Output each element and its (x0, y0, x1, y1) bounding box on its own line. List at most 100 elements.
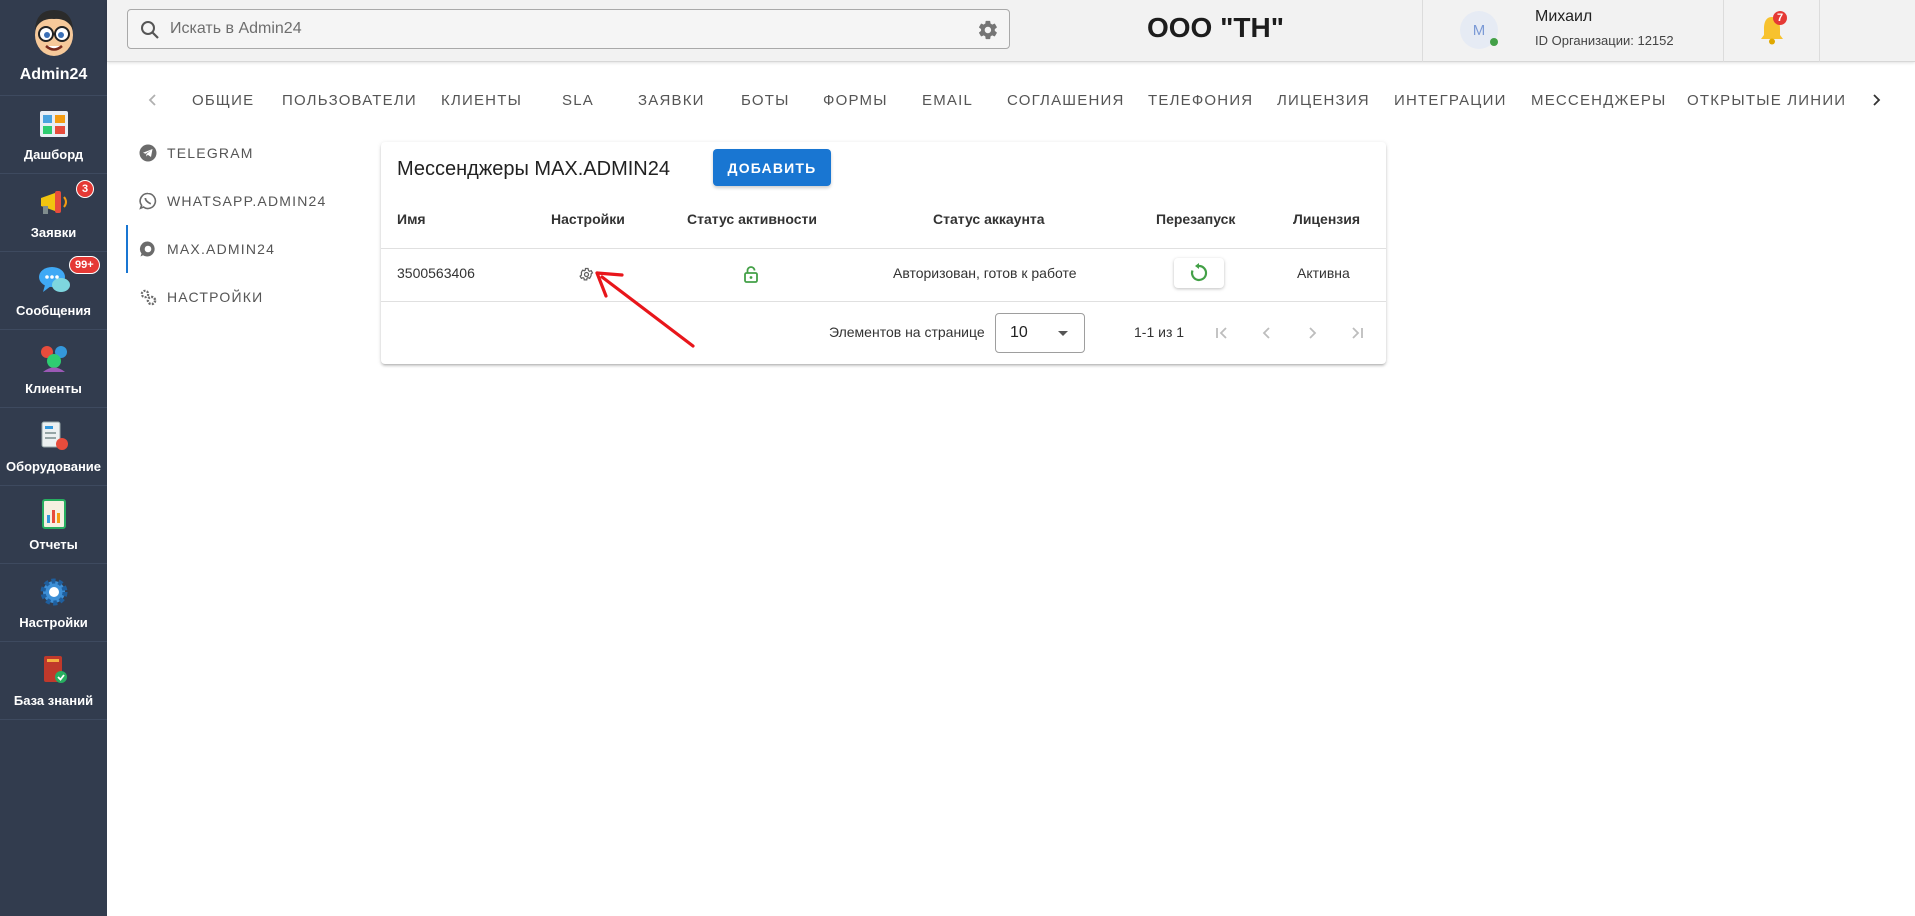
tab-sla[interactable]: SLA (562, 92, 594, 109)
user-name[interactable]: Михаил (1535, 8, 1592, 26)
annotation-arrow-icon (595, 271, 695, 348)
equipment-icon (41, 421, 68, 450)
organization-id: ID Организации: 12152 (1535, 33, 1674, 48)
chat-bubbles-icon (38, 267, 70, 292)
tab-open-lines[interactable]: ОТКРЫТЫЕ ЛИНИИ (1687, 92, 1846, 109)
megaphone-icon (40, 191, 67, 214)
tab-forms[interactable]: ФОРМЫ (823, 92, 888, 109)
rail-item-equipment[interactable]: Оборудование (0, 408, 107, 486)
dashboard-icon (39, 111, 68, 137)
items-per-page-value: 10 (1010, 324, 1028, 341)
divider (1819, 0, 1820, 62)
next-page-icon[interactable] (1301, 322, 1323, 344)
search-settings-gear-icon[interactable] (977, 19, 999, 41)
first-page-icon[interactable] (1211, 322, 1233, 344)
rail-item-knowledge-base[interactable]: База знаний (0, 642, 107, 720)
previous-page-icon[interactable] (1256, 322, 1278, 344)
top-bar: ООО "ТН" М Михаил ID Организации: 12152 … (107, 0, 1915, 62)
rail-item-clients[interactable]: Клиенты (0, 330, 107, 408)
rail-label: Заявки (30, 225, 77, 240)
column-header-activity-status: Статус активности (687, 211, 818, 227)
tab-agreements[interactable]: СОГЛАШЕНИЯ (1007, 92, 1125, 109)
divider (381, 248, 1386, 249)
column-header-account-status: Статус аккаунта (933, 211, 1045, 227)
pagination-range: 1-1 из 1 (1134, 324, 1185, 340)
divider (1723, 0, 1724, 62)
rail-label: Сообщения (16, 303, 91, 318)
tab-messengers[interactable]: МЕССЕНДЖЕРЫ (1531, 92, 1667, 109)
column-header-settings: Настройки (551, 211, 625, 227)
app-name: Admin24 (19, 66, 88, 83)
app-logo[interactable]: Admin24 (0, 0, 107, 96)
tab-bots[interactable]: БОТЫ (741, 92, 790, 109)
left-rail: Admin24 Дашборд 3 Заявки 99+ Сообщения К… (0, 0, 107, 916)
messengers-card: Мессенджеры MAX.ADMIN24 ДОБАВИТЬ Имя Нас… (381, 142, 1386, 364)
messages-count-badge: 99+ (69, 256, 100, 274)
knowledge-book-icon (43, 656, 67, 683)
items-per-page-label: Элементов на странице (829, 324, 985, 340)
rail-item-reports[interactable]: Отчеты (0, 486, 107, 564)
tab-telephony[interactable]: ТЕЛЕФОНИЯ (1148, 92, 1253, 109)
card-title: Мессенджеры MAX.ADMIN24 (397, 158, 670, 180)
column-header-restart: Перезапуск (1156, 211, 1236, 227)
subnav-item-whatsapp[interactable]: WHATSAPP.ADMIN24 (139, 185, 327, 217)
telegram-icon (139, 144, 157, 162)
column-header-name[interactable]: Имя (397, 211, 426, 227)
requests-count-badge: 3 (76, 180, 95, 198)
divider (381, 301, 1386, 302)
last-page-icon[interactable] (1346, 322, 1368, 344)
reports-icon (41, 499, 66, 529)
unlocked-padlock-icon (744, 266, 758, 283)
mascot-face-icon (34, 10, 73, 56)
tab-requests[interactable]: ЗАЯВКИ (638, 92, 705, 109)
settings-tabs: ОБЩИЕ ПОЛЬЗОВАТЕЛИ КЛИЕНТЫ SLA ЗАЯВКИ БО… (107, 78, 1915, 124)
subnav-label: НАСТРОЙКИ (167, 289, 264, 305)
organization-name: ООО "ТН" (1147, 12, 1284, 43)
subnav-item-telegram[interactable]: TELEGRAM (139, 137, 254, 169)
settings-cogs-icon (140, 289, 157, 306)
subnav-item-max-admin24[interactable]: MAX.ADMIN24 (139, 233, 275, 265)
restart-icon (1190, 263, 1208, 282)
subnav-label: TELEGRAM (167, 145, 254, 161)
row-name: 3500563406 (397, 265, 475, 281)
tab-email[interactable]: EMAIL (922, 92, 973, 109)
rail-item-dashboard[interactable]: Дашборд (0, 96, 107, 174)
online-status-dot (1490, 38, 1498, 46)
search-icon (141, 21, 159, 39)
add-button[interactable]: ДОБАВИТЬ (713, 149, 831, 186)
row-account-status: Авторизован, готов к работе (893, 265, 1077, 281)
row-license-status: Активна (1297, 265, 1350, 281)
global-search[interactable] (127, 9, 1010, 49)
whatsapp-icon (139, 192, 157, 210)
subnav-label: WHATSAPP.ADMIN24 (167, 193, 327, 209)
search-input[interactable] (170, 18, 930, 40)
subnav-item-settings[interactable]: НАСТРОЙКИ (139, 281, 263, 313)
max-chat-icon (139, 241, 155, 257)
rail-label: Оборудование (5, 459, 102, 474)
settings-gear-icon (40, 578, 67, 606)
tab-users[interactable]: ПОЛЬЗОВАТЕЛИ (282, 92, 417, 109)
notifications-count-badge: 7 (1773, 11, 1788, 25)
tab-general[interactable]: ОБЩИЕ (192, 92, 254, 109)
rail-item-settings[interactable]: Настройки (0, 564, 107, 642)
subnav-label: MAX.ADMIN24 (167, 241, 276, 257)
tab-integrations[interactable]: ИНТЕГРАЦИИ (1394, 92, 1507, 109)
clients-icon (40, 346, 67, 372)
subnav-active-indicator (126, 225, 128, 273)
tabs-scroll-right-icon[interactable] (1866, 90, 1886, 110)
rail-item-requests[interactable]: 3 Заявки (0, 174, 107, 252)
divider (1422, 0, 1423, 62)
tab-license[interactable]: ЛИЦЕНЗИЯ (1277, 92, 1370, 109)
rail-item-messages[interactable]: 99+ Сообщения (0, 252, 107, 330)
items-per-page-select[interactable]: 10 (995, 313, 1085, 353)
column-header-license: Лицензия (1293, 211, 1361, 227)
rail-label: Отчеты (29, 537, 78, 552)
dropdown-caret-icon (1058, 331, 1068, 336)
tabs-scroll-left-icon[interactable] (143, 90, 163, 110)
rail-label: Дашборд (23, 147, 84, 162)
rail-label: Настройки (19, 615, 88, 630)
tab-clients[interactable]: КЛИЕНТЫ (441, 92, 522, 109)
restart-button[interactable] (1174, 258, 1224, 288)
rail-label: Клиенты (25, 381, 82, 396)
rail-label: База знаний (13, 693, 94, 708)
